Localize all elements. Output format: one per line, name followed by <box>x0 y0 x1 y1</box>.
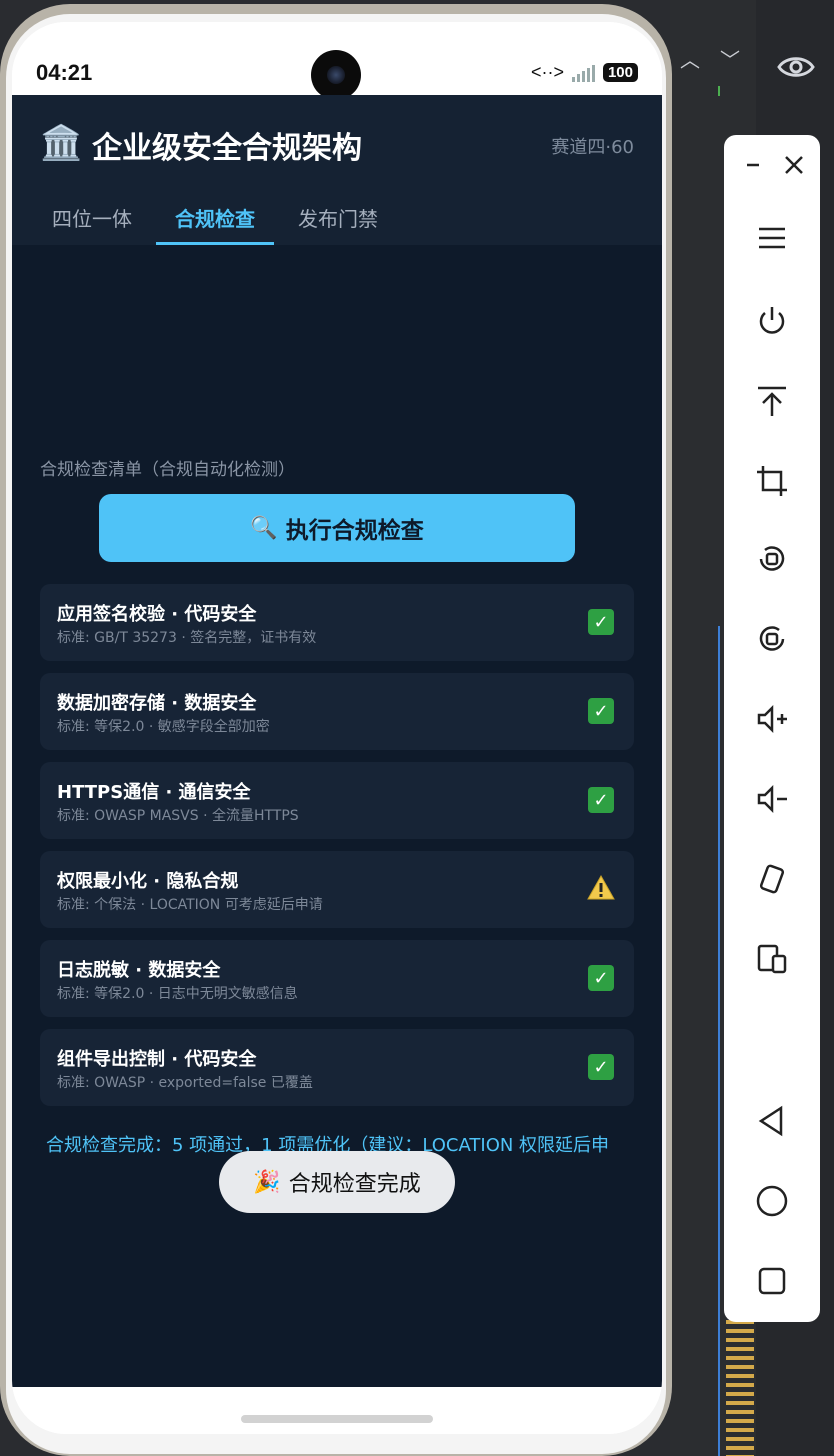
network-icon: <··> <box>530 62 564 82</box>
check-icon: ✓ <box>588 1054 614 1080</box>
app-subtitle: 赛道四·60 <box>551 137 634 158</box>
list-item[interactable]: 日志脱敏 · 数据安全 标准: 等保2.0 · 日志中无明文敏感信息 ✓ <box>40 940 634 1017</box>
volume-up-icon[interactable] <box>752 699 792 739</box>
ide-gutter-stripes <box>726 1320 754 1456</box>
item-title: 数据加密存储 · 数据安全 <box>57 693 257 714</box>
list-item[interactable]: 权限最小化 · 隐私合规 标准: 个保法 · LOCATION 可考虑延后申请 <box>40 851 634 928</box>
item-desc: 标准: GB/T 35273 · 签名完整，证书有效 <box>57 630 317 646</box>
volume-down-icon[interactable] <box>752 779 792 819</box>
compliance-list: 应用签名校验 · 代码安全 标准: GB/T 35273 · 签名完整，证书有效… <box>40 584 634 1118</box>
item-desc: 标准: 等保2.0 · 敏感字段全部加密 <box>57 719 270 735</box>
section-label: 合规检查清单（合规自动化检测） <box>40 460 295 480</box>
menu-icon[interactable] <box>752 218 792 258</box>
item-title: HTTPS通信 · 通信安全 <box>57 782 251 803</box>
bank-icon: 🏛️ <box>40 123 83 163</box>
rotate-left-icon[interactable] <box>752 539 792 579</box>
item-title: 组件导出控制 · 代码安全 <box>57 1049 257 1070</box>
close-icon[interactable] <box>774 145 814 185</box>
power-icon[interactable] <box>752 301 792 341</box>
run-compliance-check-button[interactable]: 🔍 执行合规检查 <box>99 494 575 562</box>
home-indicator[interactable] <box>241 1415 433 1423</box>
home-icon[interactable] <box>752 1181 792 1221</box>
app-header: 🏛️ 企业级安全合规架构 赛道四·60 四位一体 合规检查 发布门禁 <box>12 95 662 245</box>
eye-icon[interactable] <box>776 50 816 84</box>
toast-label: 合规检查完成 <box>288 1172 421 1197</box>
device-rotate-icon[interactable] <box>752 859 792 899</box>
item-desc: 标准: OWASP MASVS · 全流量HTTPS <box>57 808 299 824</box>
ide-marker <box>718 86 720 96</box>
tab-bar: 四位一体 合规检查 发布门禁 <box>40 195 390 245</box>
check-icon: ✓ <box>588 698 614 724</box>
status-time: 04:21 <box>36 60 93 85</box>
system-nav-bar <box>12 1387 662 1434</box>
chevron-up-icon[interactable]: ︿ <box>680 44 700 73</box>
upload-icon[interactable] <box>752 381 792 421</box>
item-title: 日志脱敏 · 数据安全 <box>57 960 221 981</box>
device-mirror-icon[interactable] <box>752 939 792 979</box>
ide-scrollbar[interactable] <box>718 626 720 1456</box>
front-camera <box>311 50 361 100</box>
warning-icon <box>587 874 615 900</box>
tab-release-gate[interactable]: 发布门禁 <box>286 195 390 245</box>
list-item[interactable]: HTTPS通信 · 通信安全 标准: OWASP MASVS · 全流量HTTP… <box>40 762 634 839</box>
status-icons: <··> 100 <box>531 62 638 83</box>
app-title: 企业级安全合规架构 <box>92 131 362 166</box>
toast-message: 🎉 合规检查完成 <box>219 1151 455 1213</box>
check-icon: ✓ <box>588 609 614 635</box>
tab-compliance-check[interactable]: 合规检查 <box>156 195 274 245</box>
back-icon[interactable] <box>752 1101 792 1141</box>
check-icon: ✓ <box>588 965 614 991</box>
list-item[interactable]: 应用签名校验 · 代码安全 标准: GB/T 35273 · 签名完整，证书有效… <box>40 584 634 661</box>
item-desc: 标准: OWASP · exported=false 已覆盖 <box>57 1075 313 1091</box>
item-desc: 标准: 个保法 · LOCATION 可考虑延后申请 <box>57 897 323 913</box>
item-title: 应用签名校验 · 代码安全 <box>57 604 257 625</box>
item-title: 权限最小化 · 隐私合规 <box>57 871 239 892</box>
list-item[interactable]: 组件导出控制 · 代码安全 标准: OWASP · exported=false… <box>40 1029 634 1106</box>
run-button-label: 执行合规检查 <box>285 518 424 544</box>
search-icon: 🔍 <box>250 515 278 541</box>
crop-icon[interactable] <box>752 461 792 501</box>
battery-icon: 100 <box>602 63 638 82</box>
item-desc: 标准: 等保2.0 · 日志中无明文敏感信息 <box>57 986 298 1002</box>
signal-icon <box>571 64 595 82</box>
minimize-icon[interactable] <box>734 145 774 185</box>
check-icon: ✓ <box>588 787 614 813</box>
phone-screen: 04:21 <··> 100 🏛️ 企业级安全合规架构 赛道四·60 四位一体 … <box>12 22 662 1434</box>
rotate-right-icon[interactable] <box>752 619 792 659</box>
list-item[interactable]: 数据加密存储 · 数据安全 标准: 等保2.0 · 敏感字段全部加密 ✓ <box>40 673 634 750</box>
status-bar: 04:21 <··> 100 <box>12 22 662 100</box>
chevron-down-icon[interactable]: ﹀ <box>720 44 740 73</box>
emulator-toolbar <box>724 135 820 1322</box>
overview-icon[interactable] <box>752 1261 792 1301</box>
app-content: 🏛️ 企业级安全合规架构 赛道四·60 四位一体 合规检查 发布门禁 合规检查清… <box>12 95 662 1387</box>
tab-four-in-one[interactable]: 四位一体 <box>40 195 144 245</box>
party-icon: 🎉 <box>253 1169 281 1195</box>
